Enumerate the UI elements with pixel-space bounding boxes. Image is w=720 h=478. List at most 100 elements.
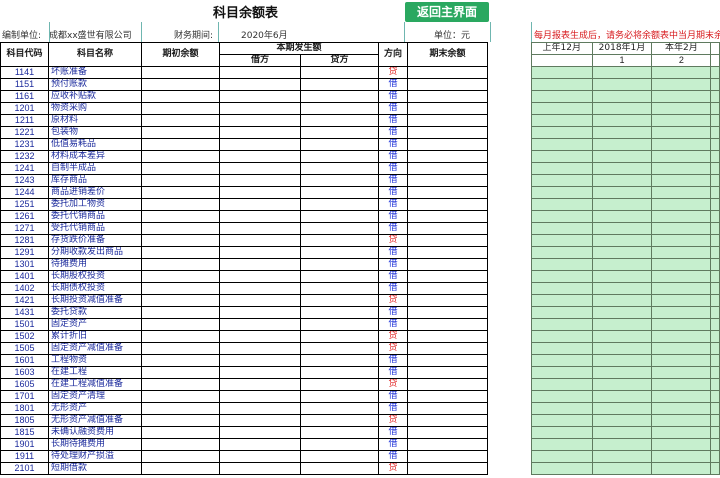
opening-balance-cell[interactable] bbox=[141, 162, 220, 175]
history-cell[interactable] bbox=[651, 186, 712, 199]
history-cell[interactable] bbox=[710, 198, 720, 211]
opening-balance-cell[interactable] bbox=[141, 210, 220, 223]
account-name[interactable]: 待摊费用 bbox=[48, 258, 142, 271]
history-cell[interactable] bbox=[710, 246, 720, 259]
history-cell[interactable] bbox=[710, 174, 720, 187]
history-cell[interactable] bbox=[591, 390, 653, 403]
account-name[interactable]: 自制半成品 bbox=[48, 162, 142, 175]
credit-amount-cell[interactable] bbox=[300, 402, 379, 415]
history-cell[interactable] bbox=[531, 282, 593, 295]
account-name[interactable]: 应收补贴款 bbox=[48, 90, 142, 103]
account-name[interactable]: 包装物 bbox=[48, 126, 142, 139]
account-name[interactable]: 委托加工物资 bbox=[48, 198, 142, 211]
account-code[interactable]: 1605 bbox=[0, 378, 49, 391]
account-name[interactable]: 在建工程 bbox=[48, 366, 142, 379]
closing-balance-cell[interactable] bbox=[407, 210, 488, 223]
history-cell[interactable] bbox=[591, 222, 653, 235]
history-cell[interactable] bbox=[710, 90, 720, 103]
closing-balance-cell[interactable] bbox=[407, 462, 488, 475]
account-name[interactable]: 材料成本差异 bbox=[48, 150, 142, 163]
credit-amount-cell[interactable] bbox=[300, 354, 379, 367]
history-cell[interactable] bbox=[710, 450, 720, 463]
closing-balance-cell[interactable] bbox=[407, 318, 488, 331]
back-to-main-button[interactable]: 返回主界面 bbox=[405, 2, 489, 22]
history-cell[interactable] bbox=[651, 354, 712, 367]
direction-cell[interactable]: 借 bbox=[378, 126, 408, 139]
history-cell[interactable] bbox=[651, 378, 712, 391]
history-cell[interactable] bbox=[591, 66, 653, 79]
history-cell[interactable] bbox=[531, 354, 593, 367]
history-cell[interactable] bbox=[710, 390, 720, 403]
history-cell[interactable] bbox=[710, 102, 720, 115]
account-name[interactable]: 长期债权投资 bbox=[48, 282, 142, 295]
table-row[interactable]: 1241 自制半成品 借 bbox=[0, 162, 488, 175]
account-name[interactable]: 库存商品 bbox=[48, 174, 142, 187]
table-row[interactable]: 1243 库存商品 借 bbox=[0, 174, 488, 187]
account-code[interactable]: 1141 bbox=[0, 66, 49, 79]
opening-balance-cell[interactable] bbox=[141, 138, 220, 151]
direction-cell[interactable]: 借 bbox=[378, 186, 408, 199]
direction-cell[interactable]: 借 bbox=[378, 222, 408, 235]
account-code[interactable]: 1911 bbox=[0, 450, 49, 463]
history-cell[interactable] bbox=[651, 330, 712, 343]
table-row[interactable]: 1402 长期债权投资 借 bbox=[0, 282, 488, 295]
closing-balance-cell[interactable] bbox=[407, 234, 488, 247]
credit-amount-cell[interactable] bbox=[300, 66, 379, 79]
history-cell[interactable] bbox=[710, 438, 720, 451]
closing-balance-cell[interactable] bbox=[407, 426, 488, 439]
opening-balance-cell[interactable] bbox=[141, 462, 220, 475]
account-name[interactable]: 低值易耗品 bbox=[48, 138, 142, 151]
credit-amount-cell[interactable] bbox=[300, 306, 379, 319]
direction-cell[interactable]: 借 bbox=[378, 102, 408, 115]
account-code[interactable]: 1901 bbox=[0, 438, 49, 451]
account-code[interactable]: 1232 bbox=[0, 150, 49, 163]
history-cell[interactable] bbox=[651, 366, 712, 379]
history-cell[interactable] bbox=[651, 102, 712, 115]
history-cell[interactable] bbox=[710, 414, 720, 427]
opening-balance-cell[interactable] bbox=[141, 378, 220, 391]
account-code[interactable]: 1231 bbox=[0, 138, 49, 151]
debit-amount-cell[interactable] bbox=[219, 66, 301, 79]
history-cell[interactable] bbox=[710, 306, 720, 319]
debit-amount-cell[interactable] bbox=[219, 246, 301, 259]
closing-balance-cell[interactable] bbox=[407, 378, 488, 391]
history-cell[interactable] bbox=[651, 198, 712, 211]
history-cell[interactable] bbox=[710, 78, 720, 91]
history-cell[interactable] bbox=[531, 138, 593, 151]
account-name[interactable]: 长期股权投资 bbox=[48, 270, 142, 283]
history-cell[interactable] bbox=[591, 102, 653, 115]
debit-amount-cell[interactable] bbox=[219, 90, 301, 103]
credit-amount-cell[interactable] bbox=[300, 162, 379, 175]
credit-amount-cell[interactable] bbox=[300, 186, 379, 199]
account-code[interactable]: 1301 bbox=[0, 258, 49, 271]
table-row[interactable]: 1261 委托代销商品 借 bbox=[0, 210, 488, 223]
closing-balance-cell[interactable] bbox=[407, 222, 488, 235]
account-code[interactable]: 1271 bbox=[0, 222, 49, 235]
opening-balance-cell[interactable] bbox=[141, 246, 220, 259]
closing-balance-cell[interactable] bbox=[407, 294, 488, 307]
opening-balance-cell[interactable] bbox=[141, 438, 220, 451]
opening-balance-cell[interactable] bbox=[141, 234, 220, 247]
history-cell[interactable] bbox=[651, 426, 712, 439]
history-cell[interactable] bbox=[710, 462, 720, 475]
opening-balance-cell[interactable] bbox=[141, 354, 220, 367]
credit-amount-cell[interactable] bbox=[300, 174, 379, 187]
history-cell[interactable] bbox=[710, 270, 720, 283]
debit-amount-cell[interactable] bbox=[219, 366, 301, 379]
debit-amount-cell[interactable] bbox=[219, 390, 301, 403]
direction-cell[interactable]: 借 bbox=[378, 366, 408, 379]
credit-amount-cell[interactable] bbox=[300, 114, 379, 127]
credit-amount-cell[interactable] bbox=[300, 414, 379, 427]
history-cell[interactable] bbox=[531, 114, 593, 127]
closing-balance-cell[interactable] bbox=[407, 198, 488, 211]
opening-balance-cell[interactable] bbox=[141, 390, 220, 403]
history-cell[interactable] bbox=[531, 438, 593, 451]
history-cell[interactable] bbox=[710, 318, 720, 331]
account-code[interactable]: 1244 bbox=[0, 186, 49, 199]
credit-amount-cell[interactable] bbox=[300, 210, 379, 223]
history-cell[interactable] bbox=[591, 162, 653, 175]
table-row[interactable]: 1421 长期投资减值准备 贷 bbox=[0, 294, 488, 307]
debit-amount-cell[interactable] bbox=[219, 426, 301, 439]
history-cell[interactable] bbox=[651, 210, 712, 223]
opening-balance-cell[interactable] bbox=[141, 90, 220, 103]
